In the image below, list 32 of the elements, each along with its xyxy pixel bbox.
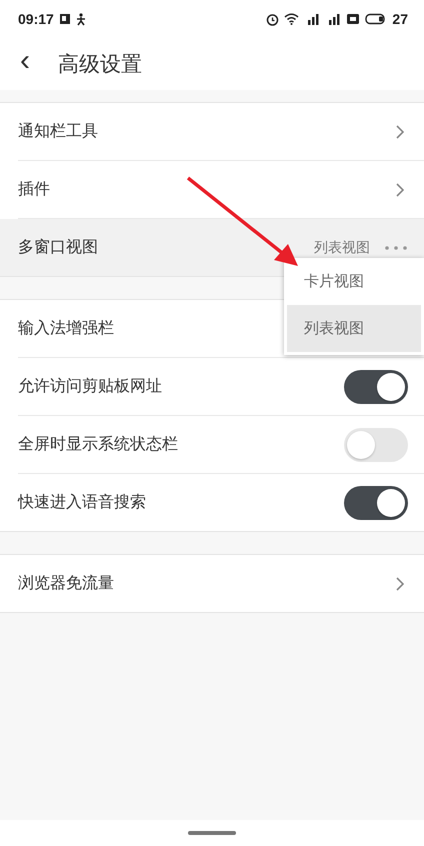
row-label: 插件 <box>18 179 50 200</box>
sim-card-icon <box>346 13 360 25</box>
notification-icon <box>58 13 71 25</box>
row-value: 列表视图 <box>314 238 370 256</box>
battery-icon <box>365 13 388 25</box>
wifi-icon <box>284 13 300 25</box>
settings-row[interactable]: 通知栏工具 <box>18 103 424 161</box>
battery-level: 27 <box>392 11 408 27</box>
chevron-right-icon <box>396 182 404 196</box>
status-time: 09:17 <box>18 11 54 27</box>
toggle-switch[interactable] <box>344 370 408 404</box>
menu-item[interactable]: 列表视图 <box>287 305 421 352</box>
row-label: 通知栏工具 <box>18 121 98 142</box>
walking-figure-icon <box>76 12 86 26</box>
row-label: 浏览器免流量 <box>18 573 114 594</box>
chevron-right-icon <box>396 124 404 138</box>
page-title: 高级设置 <box>58 51 142 78</box>
settings-row[interactable]: 允许访问剪贴板网址 <box>18 358 424 416</box>
row-label: 多窗口视图 <box>18 237 98 258</box>
row-label: 快速进入语音搜索 <box>18 492 146 513</box>
chevron-right-icon <box>396 576 404 590</box>
back-button[interactable]: ‹ <box>0 46 40 82</box>
settings-row[interactable]: 快速进入语音搜索 <box>18 474 424 531</box>
toggle-switch[interactable] <box>344 428 408 462</box>
home-indicator[interactable] <box>188 831 236 835</box>
toggle-switch[interactable] <box>344 486 408 520</box>
settings-row[interactable]: 全屏时显示系统状态栏 <box>18 416 424 474</box>
row-label: 允许访问剪贴板网址 <box>18 376 162 397</box>
alarm-icon <box>266 12 280 26</box>
row-label: 全屏时显示系统状态栏 <box>18 434 178 455</box>
more-icon[interactable] <box>384 244 408 250</box>
row-label: 输入法增强栏 <box>18 318 114 339</box>
